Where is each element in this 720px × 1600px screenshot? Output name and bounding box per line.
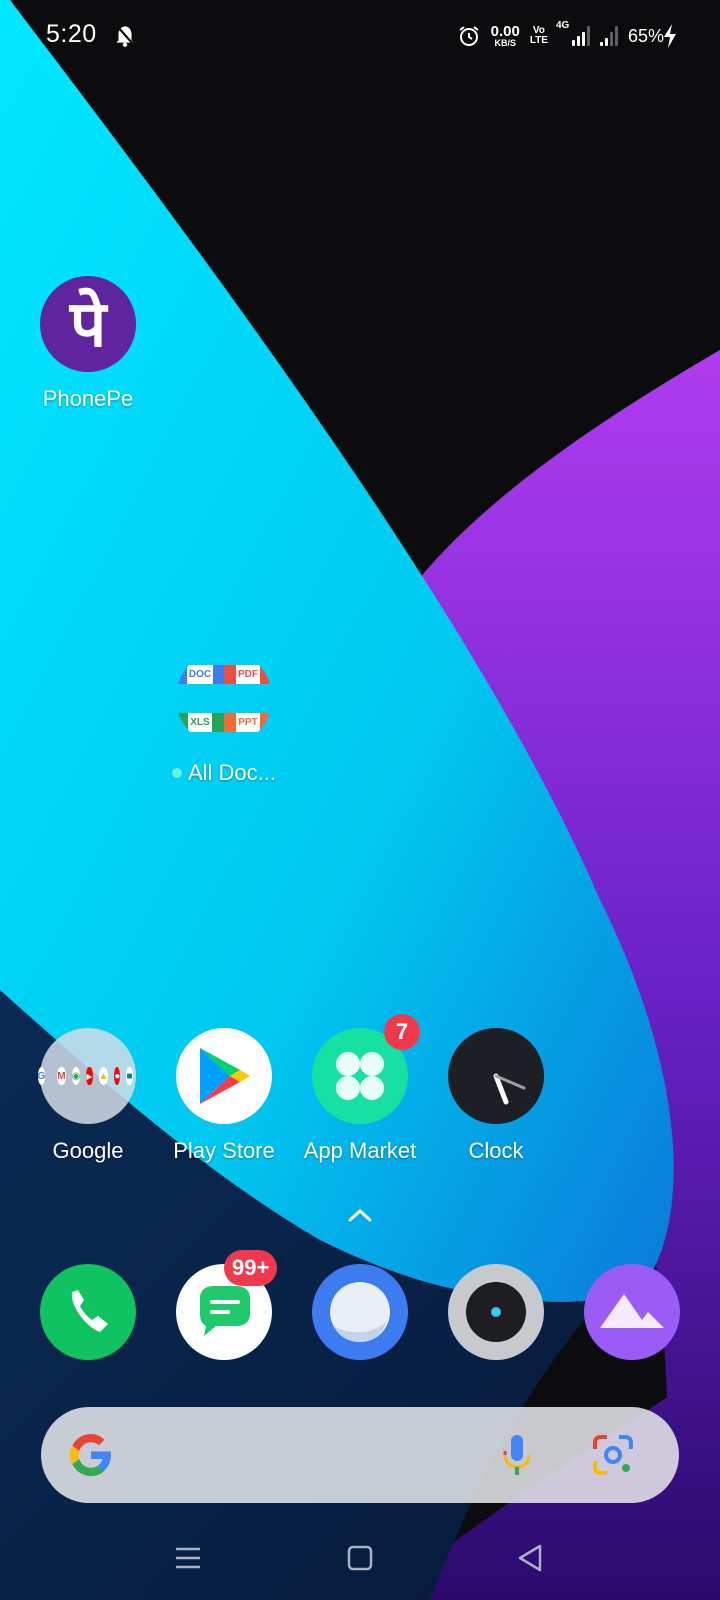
- menu-icon[interactable]: [168, 1538, 208, 1578]
- mountains-icon: [600, 1294, 664, 1328]
- new-app-dot: [171, 768, 182, 778]
- snooze-bell-icon: [115, 24, 135, 47]
- camera-icon[interactable]: [448, 1264, 544, 1360]
- youtube-icon: ▶: [86, 1067, 93, 1085]
- phone-handset-icon: [71, 1290, 108, 1332]
- network-speed-unit: KB/S: [494, 38, 516, 48]
- meet-icon: ■: [126, 1067, 133, 1085]
- app-label: Play Store: [173, 1138, 275, 1163]
- gmail-icon: M: [57, 1067, 66, 1085]
- network-speed: 0.00 KB/S: [491, 24, 520, 48]
- play-store-icon[interactable]: [176, 1028, 272, 1124]
- volte-indicator: Vo LTE: [530, 26, 548, 46]
- app-market-icon[interactable]: 7: [312, 1014, 420, 1124]
- app-label: Clock: [468, 1138, 524, 1163]
- phonepe-glyph: पे: [69, 288, 107, 360]
- phone-icon[interactable]: [40, 1264, 136, 1360]
- clock-hands-icon: [493, 1073, 526, 1105]
- drive-icon: ▲: [98, 1067, 109, 1085]
- browser-icon[interactable]: [312, 1264, 408, 1360]
- google-g-icon[interactable]: [67, 1431, 115, 1479]
- app-app-market[interactable]: 7 App Market: [290, 1014, 430, 1164]
- notification-badge: 99+: [224, 1250, 278, 1286]
- mic-icon[interactable]: [499, 1431, 535, 1479]
- play-triangle-icon: [200, 1048, 250, 1104]
- camera-lens-icon: [466, 1282, 526, 1342]
- network-type: 4G: [555, 20, 570, 31]
- app-market-petals-icon: [336, 1052, 384, 1100]
- back-icon[interactable]: [510, 1538, 550, 1578]
- gallery-icon[interactable]: [584, 1264, 680, 1360]
- ppt-tile: PPT: [236, 712, 260, 732]
- charging-icon: [664, 24, 676, 48]
- messages-icon[interactable]: 99+: [176, 1250, 278, 1360]
- app-label: PhonePe: [42, 386, 134, 411]
- youtube-music-icon: ●: [114, 1067, 121, 1085]
- home-icon[interactable]: [340, 1538, 380, 1578]
- app-drawer-chevron-icon[interactable]: [345, 1206, 375, 1224]
- folder-google[interactable]: G M ◉ ▶ ▲ ● ■ Google: [18, 1028, 158, 1164]
- status-bar: 5:20 0.00 KB/S Vo LTE 4G 65%: [0, 0, 720, 72]
- alarm-icon: [459, 26, 479, 46]
- app-label: All Doc...: [171, 760, 277, 786]
- app-phonepe[interactable]: पे PhonePe: [18, 276, 158, 412]
- notification-badge: 7: [384, 1014, 420, 1050]
- app-clock[interactable]: Clock: [426, 1028, 566, 1164]
- maps-icon: ◉: [71, 1067, 81, 1085]
- doc-tile: DOC: [186, 664, 214, 684]
- volte-bottom: LTE: [529, 35, 548, 46]
- google-search-bar[interactable]: [41, 1407, 679, 1503]
- app-label: Google: [52, 1138, 124, 1163]
- app-all-documents[interactable]: DOC PDF XLS PPT All Doc...: [154, 650, 294, 786]
- signal-icon-sim2: [599, 26, 618, 46]
- clock-icon[interactable]: [448, 1028, 544, 1124]
- phonepe-icon[interactable]: पे: [40, 276, 136, 372]
- app-label: App Market: [303, 1138, 417, 1163]
- battery-percent: 65%: [627, 25, 664, 46]
- network-speed-value: 0.00: [490, 23, 520, 40]
- xls-tile: XLS: [188, 712, 212, 732]
- home-screen: 5:20 0.00 KB/S Vo LTE 4G 65% पे PhonePe …: [0, 0, 720, 1600]
- app-label-text: All Doc...: [187, 760, 277, 785]
- all-docs-icon[interactable]: DOC PDF XLS PPT: [176, 650, 272, 746]
- app-play-store[interactable]: Play Store: [154, 1028, 294, 1164]
- status-time: 5:20: [46, 20, 97, 48]
- pdf-tile: PDF: [236, 664, 260, 684]
- lens-icon[interactable]: [591, 1433, 635, 1477]
- status-icons: 0.00 KB/S Vo LTE 4G 65%: [457, 18, 664, 54]
- google-folder-icon[interactable]: G M ◉ ▶ ▲ ● ■: [37, 1028, 136, 1124]
- signal-icon: 4G: [556, 20, 590, 46]
- browser-globe-icon: [330, 1282, 390, 1342]
- google-icon: G: [37, 1067, 46, 1085]
